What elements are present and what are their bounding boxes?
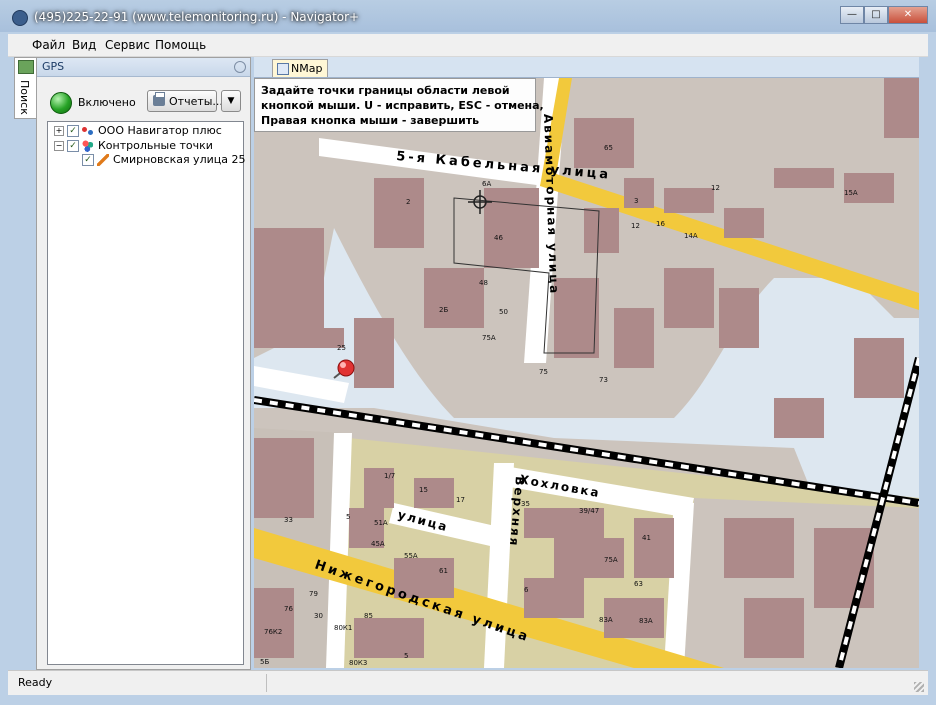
svg-text:15: 15 (419, 486, 428, 494)
svg-text:6А: 6А (482, 180, 491, 188)
svg-text:39/47: 39/47 (579, 507, 599, 515)
search-side-tab[interactable]: Поиск (14, 57, 37, 119)
svg-text:51А: 51А (374, 519, 388, 527)
collapse-icon[interactable]: − (54, 141, 64, 151)
tree-item-smirnovskaya[interactable]: ✓ Смирновская улица 25 (82, 153, 245, 167)
tree-checkbox[interactable]: ✓ (67, 140, 79, 152)
object-tree[interactable]: + ✓ ООО Навигатор плюс − ✓ Контрольные точки… (47, 121, 245, 665)
svg-text:30: 30 (314, 612, 323, 620)
pin-icon[interactable] (234, 61, 246, 73)
svg-text:48: 48 (479, 279, 488, 287)
expand-icon[interactable]: + (54, 126, 64, 136)
svg-text:12: 12 (711, 184, 720, 192)
svg-text:5Б: 5Б (260, 658, 269, 666)
menu-bar: Файл Вид Сервис Помощь (8, 34, 928, 57)
svg-text:5: 5 (404, 652, 408, 660)
reports-button[interactable]: Отчеты... (147, 90, 223, 112)
menu-service[interactable]: Сервис (105, 38, 150, 52)
svg-text:80К1: 80К1 (334, 624, 352, 632)
status-led-icon (50, 92, 72, 114)
close-button[interactable]: ✕ (888, 6, 928, 24)
svg-text:6: 6 (524, 586, 529, 594)
svg-text:75А: 75А (604, 556, 618, 564)
menu-view[interactable]: Вид (72, 38, 96, 52)
svg-text:75А: 75А (482, 334, 496, 342)
svg-text:61: 61 (439, 567, 448, 575)
app-window: (495)225-22-91 (www.telemonitoring.ru) -… (0, 0, 936, 705)
status-bar: Ready (8, 670, 928, 695)
svg-text:79: 79 (309, 590, 318, 598)
hint-line: Задайте точки границы области левой (261, 84, 510, 97)
svg-text:15А: 15А (844, 189, 858, 197)
tree-checkbox[interactable]: ✓ (67, 125, 79, 137)
svg-text:16: 16 (656, 220, 665, 228)
tree-item-checkpoints[interactable]: − ✓ Контрольные точки (54, 139, 213, 153)
tab-nmap-label: NMap (291, 62, 323, 75)
svg-text:80К3: 80К3 (349, 659, 367, 667)
search-panel-icon (18, 60, 34, 74)
status-text: Ready (18, 676, 53, 689)
gps-panel: GPS Включено Отчеты... ▼ + ✓ ООО Навигатор… (36, 57, 251, 670)
status-label: Включено (78, 96, 136, 109)
svg-text:75: 75 (539, 368, 548, 376)
hint-line: кнопкой мыши. U - исправить, ESC - отмен… (261, 99, 544, 112)
tree-checkbox[interactable]: ✓ (82, 154, 94, 166)
window-title: (495)225-22-91 (www.telemonitoring.ru) -… (34, 10, 360, 24)
svg-text:76К2: 76К2 (264, 628, 282, 636)
svg-text:41: 41 (642, 534, 651, 542)
map-document-icon (277, 63, 289, 75)
gps-panel-header: GPS (37, 58, 250, 77)
svg-text:55А: 55А (404, 552, 418, 560)
svg-text:46: 46 (494, 234, 503, 242)
svg-text:83А: 83А (639, 617, 653, 625)
svg-text:2: 2 (406, 198, 410, 206)
svg-text:5: 5 (346, 513, 350, 521)
tree-item-label: Смирновская улица 25 (113, 153, 246, 166)
menu-file[interactable]: Файл (32, 38, 65, 52)
document-tab-strip: NMap (254, 57, 919, 78)
svg-text:73: 73 (599, 376, 608, 384)
pushpin-icon (97, 154, 109, 166)
search-side-tab-label: Поиск (18, 80, 31, 115)
svg-text:25: 25 (337, 344, 346, 352)
hint-line: Правая кнопка мыши - завершить (261, 114, 480, 127)
svg-text:35: 35 (521, 500, 530, 508)
svg-text:3: 3 (634, 197, 638, 205)
tree-item-label: ООО Навигатор плюс (98, 124, 222, 137)
svg-text:83А: 83А (599, 616, 613, 624)
svg-text:76: 76 (284, 605, 293, 613)
svg-text:50: 50 (499, 308, 508, 316)
menu-help[interactable]: Помощь (155, 38, 206, 52)
svg-text:14А: 14А (684, 232, 698, 240)
gps-panel-title: GPS (42, 60, 65, 73)
svg-text:85: 85 (364, 612, 373, 620)
svg-text:63: 63 (634, 580, 643, 588)
title-bar[interactable]: (495)225-22-91 (www.telemonitoring.ru) -… (0, 0, 936, 32)
svg-text:12: 12 (631, 222, 640, 230)
status-separator (266, 674, 267, 692)
checkpoints-icon (82, 140, 94, 152)
tree-item-navigator[interactable]: + ✓ ООО Навигатор плюс (54, 124, 222, 138)
map-hint-box: Задайте точки границы области левой кноп… (254, 78, 544, 132)
svg-text:45А: 45А (371, 540, 385, 548)
svg-text:65: 65 (604, 144, 613, 152)
resize-grip-icon[interactable] (914, 682, 924, 692)
svg-text:17: 17 (456, 496, 465, 504)
svg-text:1/7: 1/7 (384, 472, 395, 480)
map-canvas[interactable]: 5-я Кабельная улица Авиамоторная улица у… (254, 78, 919, 668)
reports-button-label: Отчеты... (169, 95, 223, 108)
reports-dropdown-button[interactable]: ▼ (221, 90, 241, 112)
minimize-button[interactable]: — (840, 6, 864, 24)
app-icon (12, 10, 28, 26)
map-view[interactable]: 5-я Кабельная улица Авиамоторная улица у… (254, 78, 919, 668)
group-icon (82, 125, 94, 137)
printer-icon (153, 92, 165, 106)
tab-nmap[interactable]: NMap (272, 59, 328, 77)
tree-item-label: Контрольные точки (98, 139, 213, 152)
svg-text:2Б: 2Б (439, 306, 448, 314)
svg-text:33: 33 (284, 516, 293, 524)
maximize-button[interactable]: □ (864, 6, 888, 24)
